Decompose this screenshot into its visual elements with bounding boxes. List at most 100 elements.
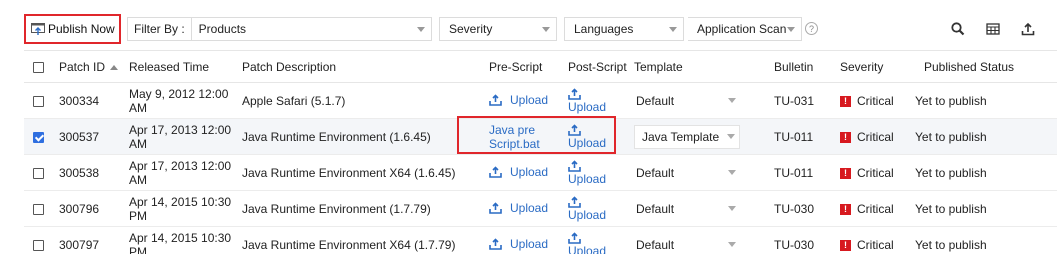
severity-cell: ! Critical [831,82,906,119]
critical-alert-icon: ! [840,203,851,215]
published-status-cell: Yet to publish [906,118,1057,155]
chevron-down-icon [727,134,735,139]
post-script-upload-label: Upload [568,244,607,254]
pre-script-cell: Java pre Script.bat [469,118,559,155]
patch-table: Patch ID Released Time Patch Description… [24,50,1057,254]
chevron-down-icon [417,26,425,32]
search-icon[interactable] [950,21,966,37]
bulletin-cell: TU-030 [765,226,831,254]
severity-badge: ! Critical [840,94,894,108]
row-select-cell [24,154,50,191]
severity-badge: ! Critical [840,238,894,252]
upload-icon [489,237,502,250]
row-select-cell [24,226,50,254]
column-header-bulletin[interactable]: Bulletin [765,50,831,83]
row-checkbox[interactable] [33,239,44,251]
severity-label: Critical [857,166,894,180]
publish-now-button[interactable]: Publish Now [24,14,121,44]
columns-icon[interactable] [985,21,1001,37]
severity-label: Critical [857,202,894,216]
pre-script-upload-label: Upload [510,92,549,107]
patch-description-cell: Java Runtime Environment X64 (1.6.45) [233,154,469,191]
upload-icon [489,93,502,106]
severity-cell: ! Critical [831,226,906,254]
post-script-upload-link[interactable]: Upload [568,124,606,149]
application-scan-status-dropdown[interactable]: Application Scan Statu [688,17,802,41]
chevron-down-icon [542,26,550,32]
help-icon[interactable]: ? [805,22,818,35]
template-dropdown[interactable]: Default [634,161,740,185]
row-checkbox[interactable] [33,167,44,179]
column-header-patch-id[interactable]: Patch ID [50,50,120,83]
patch-id-cell: 300538 [50,154,120,191]
template-dropdown[interactable]: Java Template [634,124,740,149]
pre-script-file-link[interactable]: Java pre Script.bat [489,123,553,151]
severity-dropdown[interactable]: Severity [439,17,557,41]
patch-description-cell: Apple Safari (5.1.7) [233,82,469,119]
table-row: 300537 Apr 17, 2013 12:00 AM Java Runtim… [24,118,1057,155]
publish-now-label: Publish Now [48,22,115,36]
chevron-down-icon [669,26,677,32]
application-scan-status-label: Application Scan Statu [697,22,787,36]
post-script-upload-link[interactable]: Upload [568,88,606,113]
select-all-checkbox[interactable] [33,61,44,73]
chevron-down-icon [728,170,736,175]
template-cell: Default [625,190,765,227]
pre-script-upload-link[interactable]: Upload [489,93,548,107]
published-status-cell: Yet to publish [906,190,1057,227]
upload-icon [568,160,581,172]
column-header-severity[interactable]: Severity [831,50,906,83]
template-cell: Default [625,154,765,191]
post-script-cell: Upload [559,154,625,191]
chevron-down-icon [728,206,736,211]
severity-badge: ! Critical [840,202,894,216]
post-script-upload-link[interactable]: Upload [568,196,606,221]
template-cell: Default [625,226,765,254]
row-checkbox[interactable] [33,95,44,107]
severity-cell: ! Critical [831,118,906,155]
template-cell: Default [625,82,765,119]
patch-id-cell: 300797 [50,226,120,254]
post-script-upload-link[interactable]: Upload [568,232,606,254]
pre-script-upload-link[interactable]: Upload [489,237,548,251]
severity-cell: ! Critical [831,190,906,227]
column-header-pre-script[interactable]: Pre-Script [469,50,559,83]
post-script-cell: Upload [559,82,625,119]
column-header-post-script[interactable]: Post-Script [559,50,627,83]
patch-description-cell: Java Runtime Environment (1.7.79) [233,190,469,227]
pre-script-cell: Upload [469,190,559,227]
severity-badge: ! Critical [840,130,894,144]
column-header-published-status[interactable]: Published Status [906,50,1057,83]
published-status-cell: Yet to publish [906,154,1057,191]
released-time-cell: May 9, 2012 12:00 AM [120,82,233,119]
pre-script-upload-link[interactable]: Upload [489,165,548,179]
row-checkbox[interactable] [33,131,44,143]
upload-icon [568,232,581,244]
filter-by-dropdown[interactable]: Filter By : Products [127,17,432,41]
pre-script-cell: Upload [469,154,559,191]
languages-dropdown[interactable]: Languages [564,17,684,41]
patch-id-cell: 300334 [50,82,120,119]
export-icon[interactable] [1020,21,1036,37]
template-dropdown[interactable]: Default [634,89,740,113]
released-time-cell: Apr 17, 2013 12:00 AM [120,154,233,191]
pre-script-upload-link[interactable]: Upload [489,201,548,215]
post-script-upload-link[interactable]: Upload [568,160,606,185]
select-all-cell [24,50,50,83]
toolbar: Publish Now Filter By : Products Severit… [0,0,1057,50]
table-row: 300334 May 9, 2012 12:00 AM Apple Safari… [24,82,1057,119]
publish-icon [31,22,45,35]
column-header-released-time[interactable]: Released Time [120,50,233,83]
template-dropdown[interactable]: Default [634,197,740,221]
post-script-cell: Upload [559,190,625,227]
row-select-cell [24,190,50,227]
table-row: 300797 Apr 14, 2015 10:30 PM Java Runtim… [24,226,1057,254]
column-header-patch-description[interactable]: Patch Description [233,50,469,83]
column-header-template[interactable]: Template [625,50,765,83]
template-dropdown[interactable]: Default [634,233,740,254]
chevron-down-icon [728,98,736,103]
row-checkbox[interactable] [33,203,44,215]
pre-script-cell: Upload [469,226,559,254]
upload-icon [568,196,581,208]
critical-alert-icon: ! [840,239,851,251]
